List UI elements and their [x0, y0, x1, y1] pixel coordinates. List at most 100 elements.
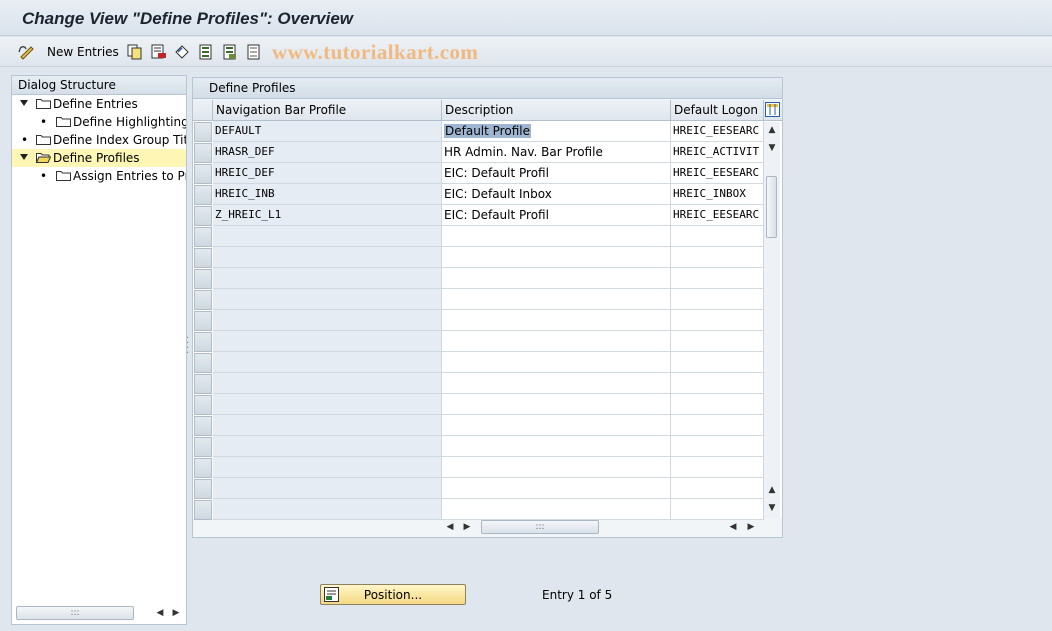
- empty-table-cell[interactable]: [671, 499, 764, 520]
- select-all-icon[interactable]: [197, 43, 215, 61]
- scrollbar-thumb[interactable]: [766, 176, 777, 238]
- scrollbar-thumb[interactable]: :::: [16, 606, 134, 620]
- tree-item-define-entries[interactable]: Define Entries: [12, 95, 186, 113]
- expand-triangle-icon[interactable]: [20, 154, 28, 160]
- scroll-right-end-icon[interactable]: ▶: [745, 520, 757, 534]
- empty-table-cell[interactable]: [213, 457, 442, 478]
- empty-table-cell[interactable]: [442, 499, 671, 520]
- empty-table-cell[interactable]: [671, 352, 764, 373]
- empty-table-cell[interactable]: [442, 394, 671, 415]
- table-cell[interactable]: DEFAULT: [213, 121, 442, 142]
- empty-table-cell[interactable]: [213, 310, 442, 331]
- empty-table-cell[interactable]: [213, 394, 442, 415]
- delete-icon[interactable]: [150, 43, 168, 61]
- table-cell[interactable]: HREIC_INBOX: [671, 184, 764, 205]
- table-cell[interactable]: HRASR_DEF: [213, 142, 442, 163]
- scroll-up-icon[interactable]: ▲: [766, 124, 778, 136]
- empty-table-cell[interactable]: [213, 247, 442, 268]
- undo-icon[interactable]: [173, 43, 191, 61]
- empty-table-cell[interactable]: [671, 457, 764, 478]
- row-selector[interactable]: [194, 143, 212, 163]
- empty-table-cell[interactable]: [671, 289, 764, 310]
- table-cell[interactable]: HREIC_EESEARC: [671, 205, 764, 226]
- table-cell[interactable]: Default Profile: [442, 121, 671, 142]
- scroll-right-icon[interactable]: ▶: [170, 606, 182, 620]
- column-header-default-logon[interactable]: Default Logon E: [671, 100, 764, 121]
- position-button[interactable]: Position...: [320, 584, 466, 605]
- row-selector[interactable]: [194, 122, 212, 142]
- row-selector[interactable]: [194, 248, 212, 268]
- row-selector[interactable]: [194, 290, 212, 310]
- empty-table-cell[interactable]: [213, 226, 442, 247]
- row-selector[interactable]: [194, 437, 212, 457]
- table-cell[interactable]: HREIC_INB: [213, 184, 442, 205]
- table-cell[interactable]: HR Admin. Nav. Bar Profile: [442, 142, 671, 163]
- empty-table-cell[interactable]: [442, 310, 671, 331]
- row-selector[interactable]: [194, 500, 212, 520]
- empty-table-cell[interactable]: [213, 415, 442, 436]
- empty-table-cell[interactable]: [442, 436, 671, 457]
- table-horizontal-scrollbar[interactable]: ◀ ▶ ::: ◀ ▶: [443, 519, 763, 535]
- empty-table-cell[interactable]: [442, 478, 671, 499]
- row-selector[interactable]: [194, 269, 212, 289]
- empty-table-cell[interactable]: [671, 247, 764, 268]
- empty-table-cell[interactable]: [213, 289, 442, 310]
- empty-table-cell[interactable]: [442, 352, 671, 373]
- row-selector[interactable]: [194, 185, 212, 205]
- empty-table-cell[interactable]: [213, 436, 442, 457]
- column-header-description[interactable]: Description: [442, 100, 671, 121]
- table-cell[interactable]: EIC: Default Profil: [442, 205, 671, 226]
- scroll-left-icon[interactable]: ◀: [444, 520, 456, 534]
- scrollbar-thumb[interactable]: :::: [481, 520, 599, 534]
- page-up-icon[interactable]: ▲: [766, 484, 778, 496]
- edit-glasses-icon[interactable]: [18, 43, 36, 61]
- row-selector[interactable]: [194, 458, 212, 478]
- empty-table-cell[interactable]: [213, 331, 442, 352]
- empty-table-cell[interactable]: [442, 457, 671, 478]
- empty-table-cell[interactable]: [442, 289, 671, 310]
- empty-table-cell[interactable]: [442, 331, 671, 352]
- scroll-left-end-icon[interactable]: ◀: [727, 520, 739, 534]
- expand-triangle-icon[interactable]: [20, 100, 28, 106]
- row-selector[interactable]: [194, 416, 212, 436]
- select-all-header[interactable]: [193, 100, 213, 121]
- empty-table-cell[interactable]: [671, 436, 764, 457]
- copy-icon[interactable]: [126, 43, 144, 61]
- scroll-right-icon[interactable]: ▶: [461, 520, 473, 534]
- empty-table-cell[interactable]: [213, 373, 442, 394]
- scroll-down-icon[interactable]: ▼: [766, 142, 778, 154]
- table-vertical-scrollbar[interactable]: ▲ ▼ ▲ ▼: [764, 122, 780, 518]
- empty-table-cell[interactable]: [671, 415, 764, 436]
- empty-table-cell[interactable]: [442, 268, 671, 289]
- table-cell[interactable]: Z_HREIC_L1: [213, 205, 442, 226]
- table-cell[interactable]: HREIC_EESEARC: [671, 163, 764, 184]
- tree-item-define-profiles[interactable]: Define Profiles: [12, 149, 186, 167]
- empty-table-cell[interactable]: [442, 415, 671, 436]
- empty-table-cell[interactable]: [671, 310, 764, 331]
- empty-table-cell[interactable]: [442, 373, 671, 394]
- scroll-left-icon[interactable]: ◀: [154, 606, 166, 620]
- empty-table-cell[interactable]: [671, 394, 764, 415]
- empty-table-cell[interactable]: [671, 268, 764, 289]
- row-selector[interactable]: [194, 164, 212, 184]
- empty-table-cell[interactable]: [671, 478, 764, 499]
- new-entries-button[interactable]: New Entries: [47, 45, 119, 59]
- empty-table-cell[interactable]: [213, 499, 442, 520]
- row-selector[interactable]: [194, 332, 212, 352]
- empty-table-cell[interactable]: [671, 226, 764, 247]
- empty-table-cell[interactable]: [671, 331, 764, 352]
- empty-table-cell[interactable]: [671, 373, 764, 394]
- tree-item-define-highlighting[interactable]: • Define Highlighting: [12, 113, 186, 131]
- row-selector[interactable]: [194, 479, 212, 499]
- select-block-icon[interactable]: [221, 43, 239, 61]
- row-selector[interactable]: [194, 206, 212, 226]
- table-cell[interactable]: HREIC_EESEARC: [671, 121, 764, 142]
- deselect-all-icon[interactable]: [245, 43, 263, 61]
- tree-item-define-index-group-title[interactable]: • Define Index Group Title: [12, 131, 186, 149]
- row-selector[interactable]: [194, 227, 212, 247]
- row-selector[interactable]: [194, 395, 212, 415]
- column-settings-icon[interactable]: [765, 102, 780, 117]
- table-cell[interactable]: HREIC_ACTIVIT: [671, 142, 764, 163]
- empty-table-cell[interactable]: [213, 352, 442, 373]
- panel-splitter[interactable]: · · · ·: [186, 334, 190, 359]
